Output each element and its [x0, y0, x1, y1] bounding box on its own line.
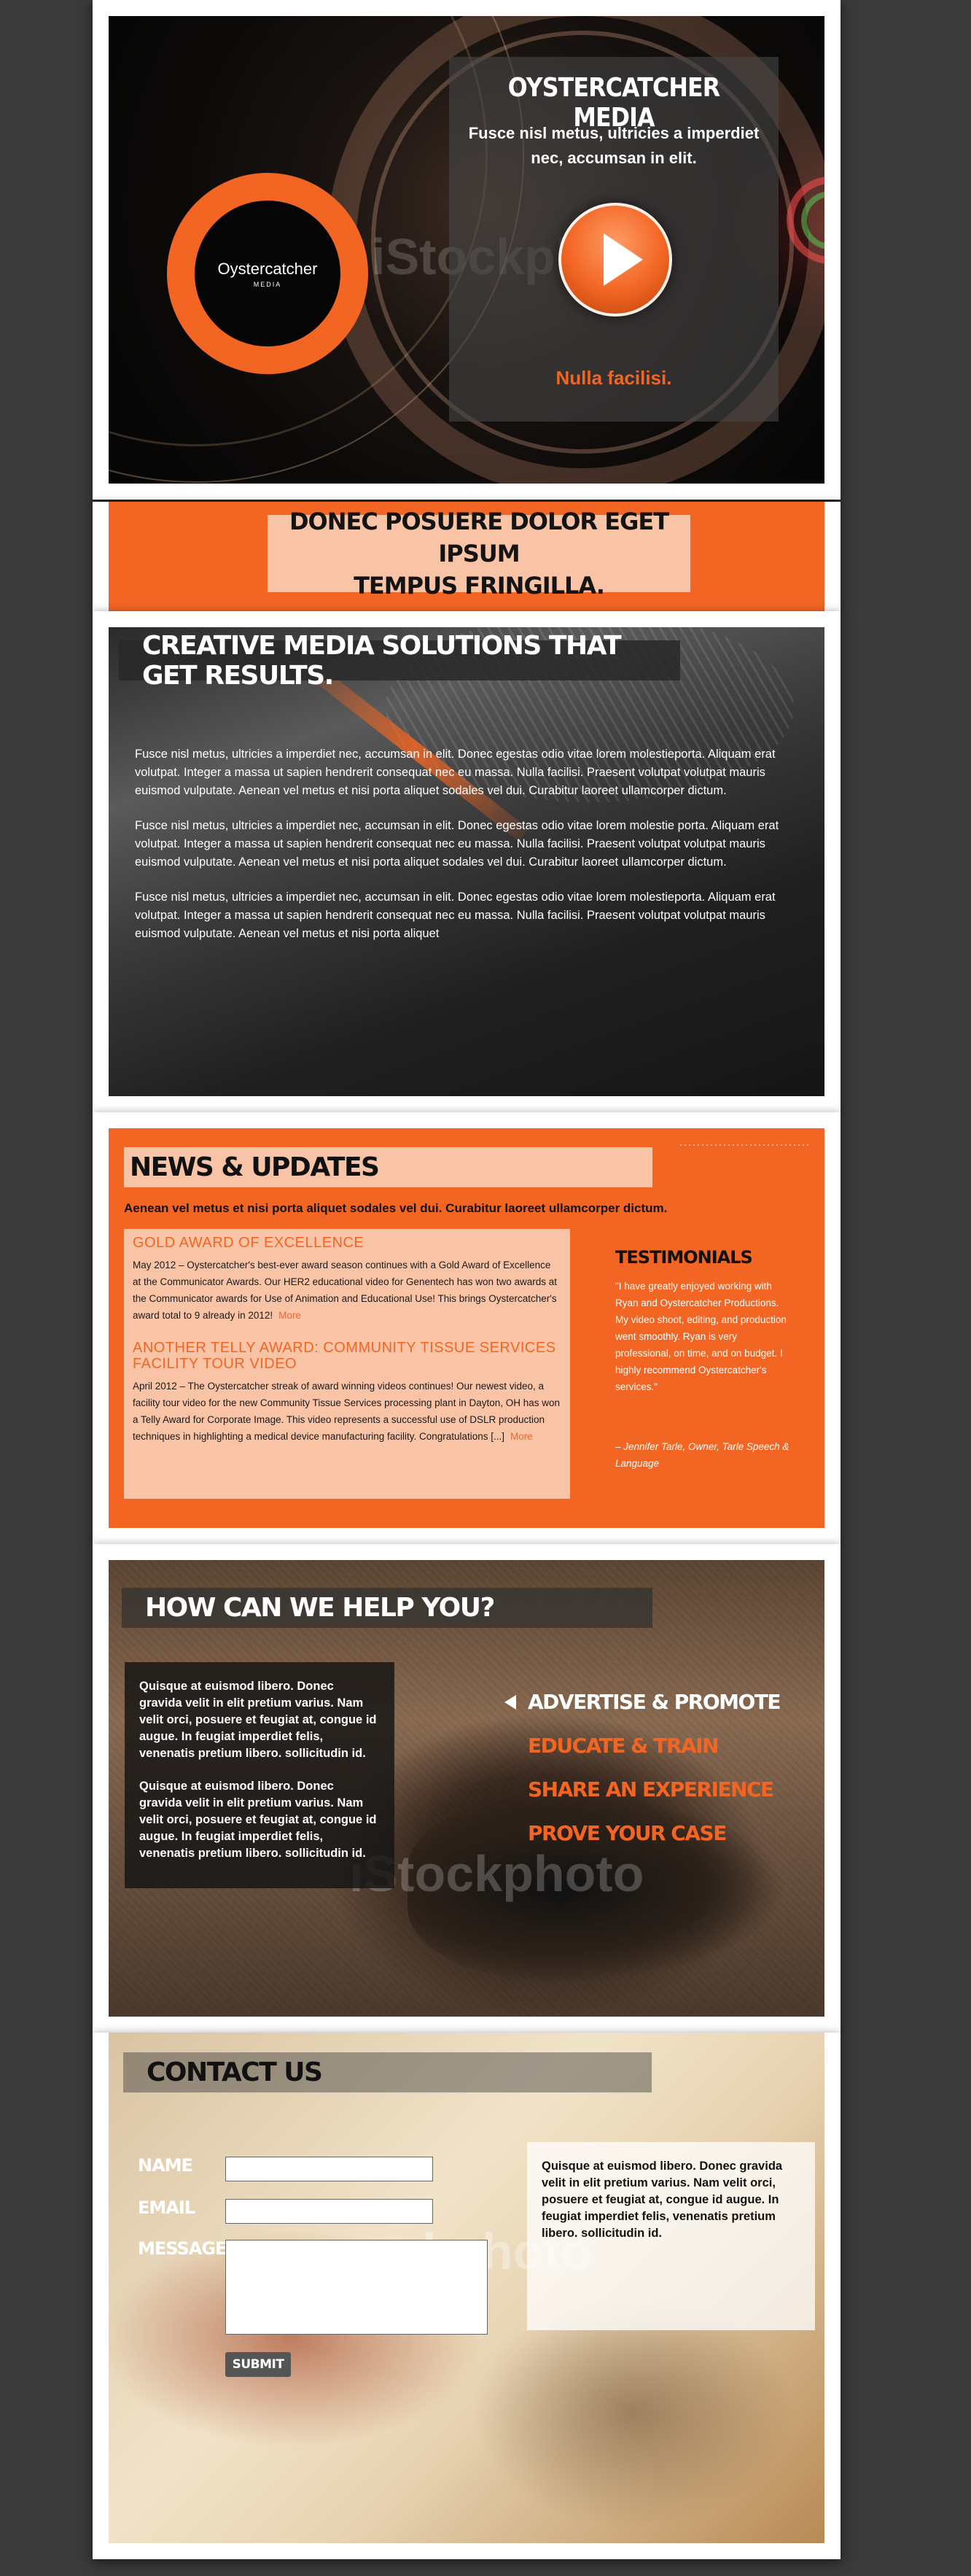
news-item-text: April 2012 – The Oystercatcher streak of…: [133, 1381, 561, 1442]
name-label: NAME: [138, 2155, 193, 2176]
selected-arrow-icon: [504, 1695, 516, 1710]
news-item-text: May 2012 – Oystercatcher's best-ever awa…: [133, 1260, 558, 1321]
banner-background: DONEC POSUERE DOLOR EGET IPSUM TEMPUS FR…: [109, 502, 824, 611]
news-item-body: May 2012 – Oystercatcher's best-ever awa…: [133, 1257, 561, 1324]
news-item: ANOTHER TELLY AWARD: COMMUNITY TISSUE SE…: [133, 1340, 561, 1445]
help-menu: ADVERTISE & PROMOTE EDUCATE & TRAIN SHAR…: [504, 1680, 781, 1855]
contact-note: Quisque at euismod libero. Donec gravida…: [527, 2142, 815, 2330]
hero-subtitle-line2: nec, accumsan in elit.: [531, 149, 697, 167]
creative-background: CREATIVE MEDIA SOLUTIONS THAT GET RESULT…: [109, 627, 824, 1096]
hero-panel: OYSTERCATCHER MEDIA Fusce nisl metus, ul…: [449, 57, 779, 422]
company-logo[interactable]: Oystercatcher MEDIA: [167, 173, 368, 374]
dotted-divider: [680, 1144, 811, 1146]
help-menu-item-share[interactable]: SHARE AN EXPERIENCE: [528, 1768, 780, 1812]
message-label: MESSAGE: [138, 2238, 227, 2259]
help-menu-item-advertise[interactable]: ADVERTISE & PROMOTE: [504, 1680, 781, 1724]
news-intro: Aenean vel metus et nisi porta aliquet s…: [124, 1201, 668, 1215]
hero-cta[interactable]: Nulla facilisi.: [449, 367, 779, 389]
creative-heading: CREATIVE MEDIA SOLUTIONS THAT GET RESULT…: [142, 630, 622, 691]
hero-background: iStockphoto Oystercatcher MEDIA OYSTERCA…: [109, 16, 824, 484]
contact-heading: CONTACT US: [147, 2057, 323, 2087]
help-menu-label: ADVERTISE & PROMOTE: [528, 1690, 781, 1714]
play-icon: [604, 233, 643, 286]
help-menu-label: PROVE YOUR CASE: [528, 1821, 727, 1845]
play-button[interactable]: [558, 203, 672, 317]
banner-box: DONEC POSUERE DOLOR EGET IPSUM TEMPUS FR…: [268, 508, 690, 600]
testimonial-author: – Jennifer Tarle, Owner, Tarle Speech & …: [615, 1441, 789, 1469]
creative-paragraph: Fusce nisl metus, ultricies a imperdiet …: [135, 748, 776, 797]
banner-line1: DONEC POSUERE DOLOR EGET IPSUM: [289, 508, 669, 567]
logo-sub: MEDIA: [253, 280, 282, 288]
creative-paragraph: Fusce nisl metus, ultricies a imperdiet …: [135, 819, 779, 869]
help-heading-bar: HOW CAN WE HELP YOU?: [122, 1588, 652, 1628]
news-heading-bar: NEWS & UPDATES: [124, 1147, 652, 1187]
testimonial-quote: "I have greatly enjoyed working with Rya…: [615, 1281, 787, 1392]
help-paragraph: Quisque at euismod libero. Donec gravida…: [139, 1680, 377, 1760]
name-field[interactable]: [225, 2157, 433, 2181]
help-menu-label: SHARE AN EXPERIENCE: [528, 1777, 774, 1801]
more-link[interactable]: More: [510, 1431, 533, 1442]
help-section: iStockphoto HOW CAN WE HELP YOU? Quisque…: [93, 1544, 841, 2033]
help-heading: HOW CAN WE HELP YOU?: [145, 1593, 495, 1623]
testimonials-heading: TESTIMONIALS: [615, 1247, 753, 1268]
news-list: GOLD AWARD OF EXCELLENCE May 2012 – Oyst…: [124, 1229, 570, 1499]
email-label: EMAIL: [138, 2197, 195, 2218]
help-text-box: Quisque at euismod libero. Donec gravida…: [125, 1662, 394, 1888]
more-link[interactable]: More: [278, 1310, 301, 1321]
creative-paragraph: Fusce nisl metus, ultricies a imperdiet …: [135, 891, 776, 940]
help-menu-item-prove[interactable]: PROVE YOUR CASE: [528, 1812, 780, 1855]
logo-name: Oystercatcher: [217, 259, 318, 278]
submit-button[interactable]: SUBMIT: [225, 2352, 291, 2377]
contact-background: kphoto CONTACT US NAME EMAIL MESSAGE SUB…: [109, 2033, 824, 2543]
news-item-title[interactable]: ANOTHER TELLY AWARD: COMMUNITY TISSUE SE…: [133, 1340, 561, 1372]
help-menu-label: EDUCATE & TRAIN: [528, 1734, 719, 1758]
banner-text: DONEC POSUERE DOLOR EGET IPSUM TEMPUS FR…: [268, 505, 690, 602]
contact-heading-bar: CONTACT US: [123, 2052, 652, 2092]
news-item-body: April 2012 – The Oystercatcher streak of…: [133, 1378, 561, 1445]
email-field[interactable]: [225, 2199, 433, 2224]
creative-section: CREATIVE MEDIA SOLUTIONS THAT GET RESULT…: [93, 611, 841, 1112]
banner-line2: TEMPUS FRINGILLA.: [354, 572, 605, 600]
news-background: NEWS & UPDATES Aenean vel metus et nisi …: [109, 1128, 824, 1528]
hero-subtitle: Fusce nisl metus, ultricies a imperdiet …: [449, 121, 779, 171]
news-item: GOLD AWARD OF EXCELLENCE May 2012 – Oyst…: [133, 1235, 561, 1324]
message-field[interactable]: [225, 2240, 488, 2335]
news-heading: NEWS & UPDATES: [130, 1152, 380, 1182]
contact-section: kphoto CONTACT US NAME EMAIL MESSAGE SUB…: [93, 2033, 841, 2559]
help-paragraph: Quisque at euismod libero. Donec gravida…: [139, 1780, 377, 1860]
help-background: iStockphoto HOW CAN WE HELP YOU? Quisque…: [109, 1560, 824, 2017]
creative-heading-bar: CREATIVE MEDIA SOLUTIONS THAT GET RESULT…: [119, 631, 680, 691]
hero-subtitle-line1: Fusce nisl metus, ultricies a imperdiet: [468, 124, 760, 142]
news-item-title[interactable]: GOLD AWARD OF EXCELLENCE: [133, 1235, 561, 1251]
news-section: NEWS & UPDATES Aenean vel metus et nisi …: [93, 1112, 841, 1544]
help-menu-item-educate[interactable]: EDUCATE & TRAIN: [528, 1724, 780, 1768]
banner-section: DONEC POSUERE DOLOR EGET IPSUM TEMPUS FR…: [93, 502, 841, 611]
creative-body: Fusce nisl metus, ultricies a imperdiet …: [135, 745, 784, 960]
hero-section: iStockphoto Oystercatcher MEDIA OYSTERCA…: [93, 0, 841, 500]
